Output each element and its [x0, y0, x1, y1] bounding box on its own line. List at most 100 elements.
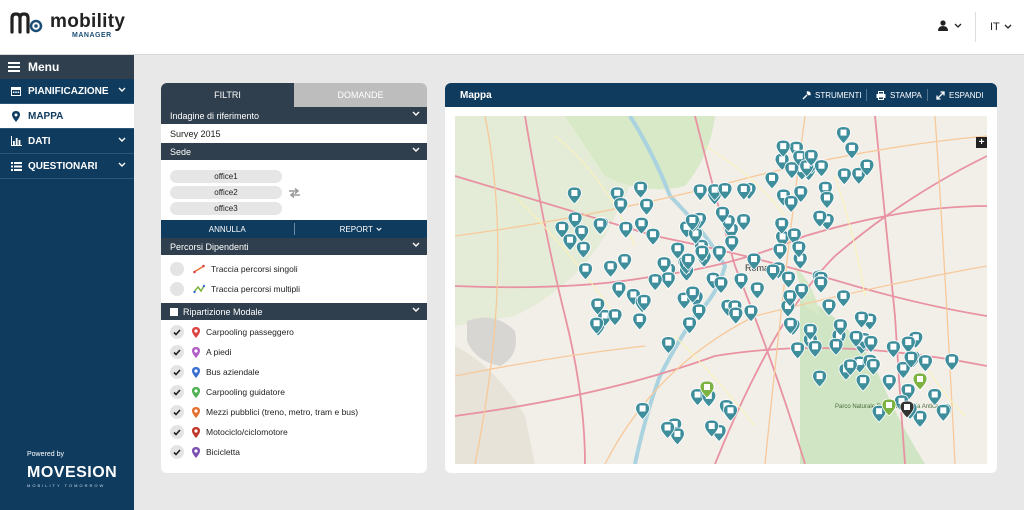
select-all-checkbox[interactable] — [170, 307, 178, 316]
cancel-label: ANNULLA — [208, 224, 246, 234]
header-divider — [975, 12, 976, 42]
mode-marker-icon — [192, 446, 200, 458]
calendar-icon — [10, 86, 22, 96]
route-radio[interactable] — [170, 262, 184, 276]
mode-row: Bicicletta — [161, 442, 427, 462]
route-label: Traccia percorsi multipli — [211, 284, 300, 294]
chevron-down-icon — [376, 227, 382, 231]
mode-label: Carpooling passeggero — [206, 327, 294, 337]
mode-label: Bicicletta — [206, 447, 241, 457]
office-item[interactable]: office2 — [170, 186, 282, 199]
top-bar: mobility MANAGER IT — [0, 0, 1024, 55]
survey-section-header[interactable]: Indagine di riferimento — [161, 107, 427, 124]
language-label: IT — [990, 21, 1000, 33]
cancel-button[interactable]: ANNULLA — [161, 225, 294, 234]
modal-section-header[interactable]: Ripartizione Modale — [161, 303, 427, 320]
tools-label: STRUMENTI — [815, 90, 862, 100]
chevron-down-icon — [1004, 24, 1012, 29]
filter-panel: FILTRI DOMANDE Indagine di riferimento S… — [161, 83, 427, 473]
report-label: REPORT — [339, 224, 373, 234]
tool-divider — [927, 89, 928, 101]
sidebar-item-dati[interactable]: DATI — [0, 129, 134, 154]
sidebar-item-label: QUESTIONARI — [28, 160, 98, 172]
sidebar-item-questionari[interactable]: QUESTIONARI — [0, 154, 134, 179]
menu-label: Menu — [28, 60, 60, 74]
map-header: Mappa STRUMENTI STAMPA ESPANDI — [445, 83, 997, 107]
mode-checkbox[interactable] — [170, 365, 184, 379]
print-label: STAMPA — [890, 90, 922, 100]
logo-subtitle: MANAGER — [72, 32, 112, 39]
map-svg: Roma Parco Naturale Regionale Appia Anti… — [455, 116, 987, 464]
chevron-down-icon — [118, 137, 126, 142]
map-title: Mappa — [460, 89, 492, 101]
office-section-header[interactable]: Sede — [161, 143, 427, 160]
mode-checkbox[interactable] — [170, 405, 184, 419]
multi-route-icon — [193, 284, 205, 294]
mode-list: Carpooling passeggero A piedi Bus aziendal… — [161, 320, 427, 462]
tab-domande[interactable]: DOMANDE — [294, 83, 427, 107]
movesion-logo: MOVESION — [27, 464, 118, 481]
map-canvas[interactable]: Roma Parco Naturale Regionale Appia Anti… — [455, 116, 987, 464]
office-item[interactable]: office3 — [170, 202, 282, 215]
mode-row: Bus aziendale — [161, 362, 427, 382]
section-title: Percorsi Dipendenti — [170, 241, 249, 252]
sidebar-item-mappa[interactable]: MAPPA — [0, 104, 134, 129]
sidebar-item-label: PIANIFICAZIONE — [28, 85, 109, 97]
route-radio[interactable] — [170, 282, 184, 296]
mode-row: Carpooling guidatore — [161, 382, 427, 402]
mode-label: A piedi — [206, 347, 232, 357]
mode-checkbox[interactable] — [170, 345, 184, 359]
tool-divider — [866, 89, 867, 101]
mode-checkbox[interactable] — [170, 425, 184, 439]
route-option-multiple: Traccia percorsi multipli — [161, 279, 427, 299]
logo-title: mobility — [50, 11, 126, 32]
user-menu[interactable] — [938, 20, 962, 31]
check-icon — [173, 408, 181, 416]
powered-by: Powered by MOVESION MOBILITY TOMORROW — [27, 451, 117, 488]
section-title: Sede — [170, 146, 192, 157]
check-icon — [173, 448, 181, 456]
mode-row: Mezzi pubblici (treno, metro, tram e bus… — [161, 402, 427, 422]
print-button[interactable]: STAMPA — [876, 83, 922, 107]
section-title: Indagine di riferimento — [170, 110, 260, 121]
app-logo[interactable]: mobility MANAGER — [10, 12, 125, 39]
powered-label: Powered by — [27, 451, 64, 458]
sidebar-item-pianificazione[interactable]: PIANIFICAZIONE — [0, 79, 134, 104]
hamburger-icon — [8, 62, 20, 72]
check-icon — [173, 388, 181, 396]
mode-label: Motociclo/ciclomotore — [206, 427, 288, 437]
mode-checkbox[interactable] — [170, 385, 184, 399]
mode-marker-icon — [192, 386, 200, 398]
mode-row: A piedi — [161, 342, 427, 362]
user-icon — [938, 20, 948, 31]
survey-selector[interactable]: Survey 2015 — [161, 124, 427, 143]
mode-label: Mezzi pubblici (treno, metro, tram e bus… — [206, 407, 359, 417]
logo-mark-icon — [10, 12, 46, 34]
map-pin-icon — [10, 110, 22, 122]
language-selector[interactable]: IT — [990, 21, 1012, 33]
sidebar-item-label: DATI — [28, 135, 51, 147]
tab-filtri[interactable]: FILTRI — [161, 83, 294, 107]
mode-row: Motociclo/ciclomotore — [161, 422, 427, 442]
mode-row: Carpooling passeggero — [161, 322, 427, 342]
check-icon — [173, 428, 181, 436]
office-item[interactable]: office1 — [170, 170, 282, 183]
swap-arrows-icon[interactable] — [288, 188, 301, 198]
sidebar-item-label: MAPPA — [28, 110, 64, 122]
menu-toggle[interactable]: Menu — [0, 55, 134, 79]
routes-section-header[interactable]: Percorsi Dipendenti — [161, 238, 427, 255]
check-icon — [173, 328, 181, 336]
tools-button[interactable]: STRUMENTI — [802, 83, 862, 107]
wrench-icon — [802, 90, 811, 99]
mode-checkbox[interactable] — [170, 445, 184, 459]
route-label: Traccia percorsi singoli — [211, 264, 298, 274]
mode-checkbox[interactable] — [170, 325, 184, 339]
bar-chart-icon — [10, 136, 22, 146]
chevron-down-icon — [412, 147, 420, 152]
mode-marker-icon — [192, 366, 200, 378]
check-icon — [173, 368, 181, 376]
expand-button[interactable]: ESPANDI — [936, 83, 984, 107]
chevron-down-icon — [118, 162, 126, 167]
zoom-in-button[interactable]: + — [976, 137, 987, 148]
report-dropdown[interactable]: REPORT — [295, 225, 428, 234]
